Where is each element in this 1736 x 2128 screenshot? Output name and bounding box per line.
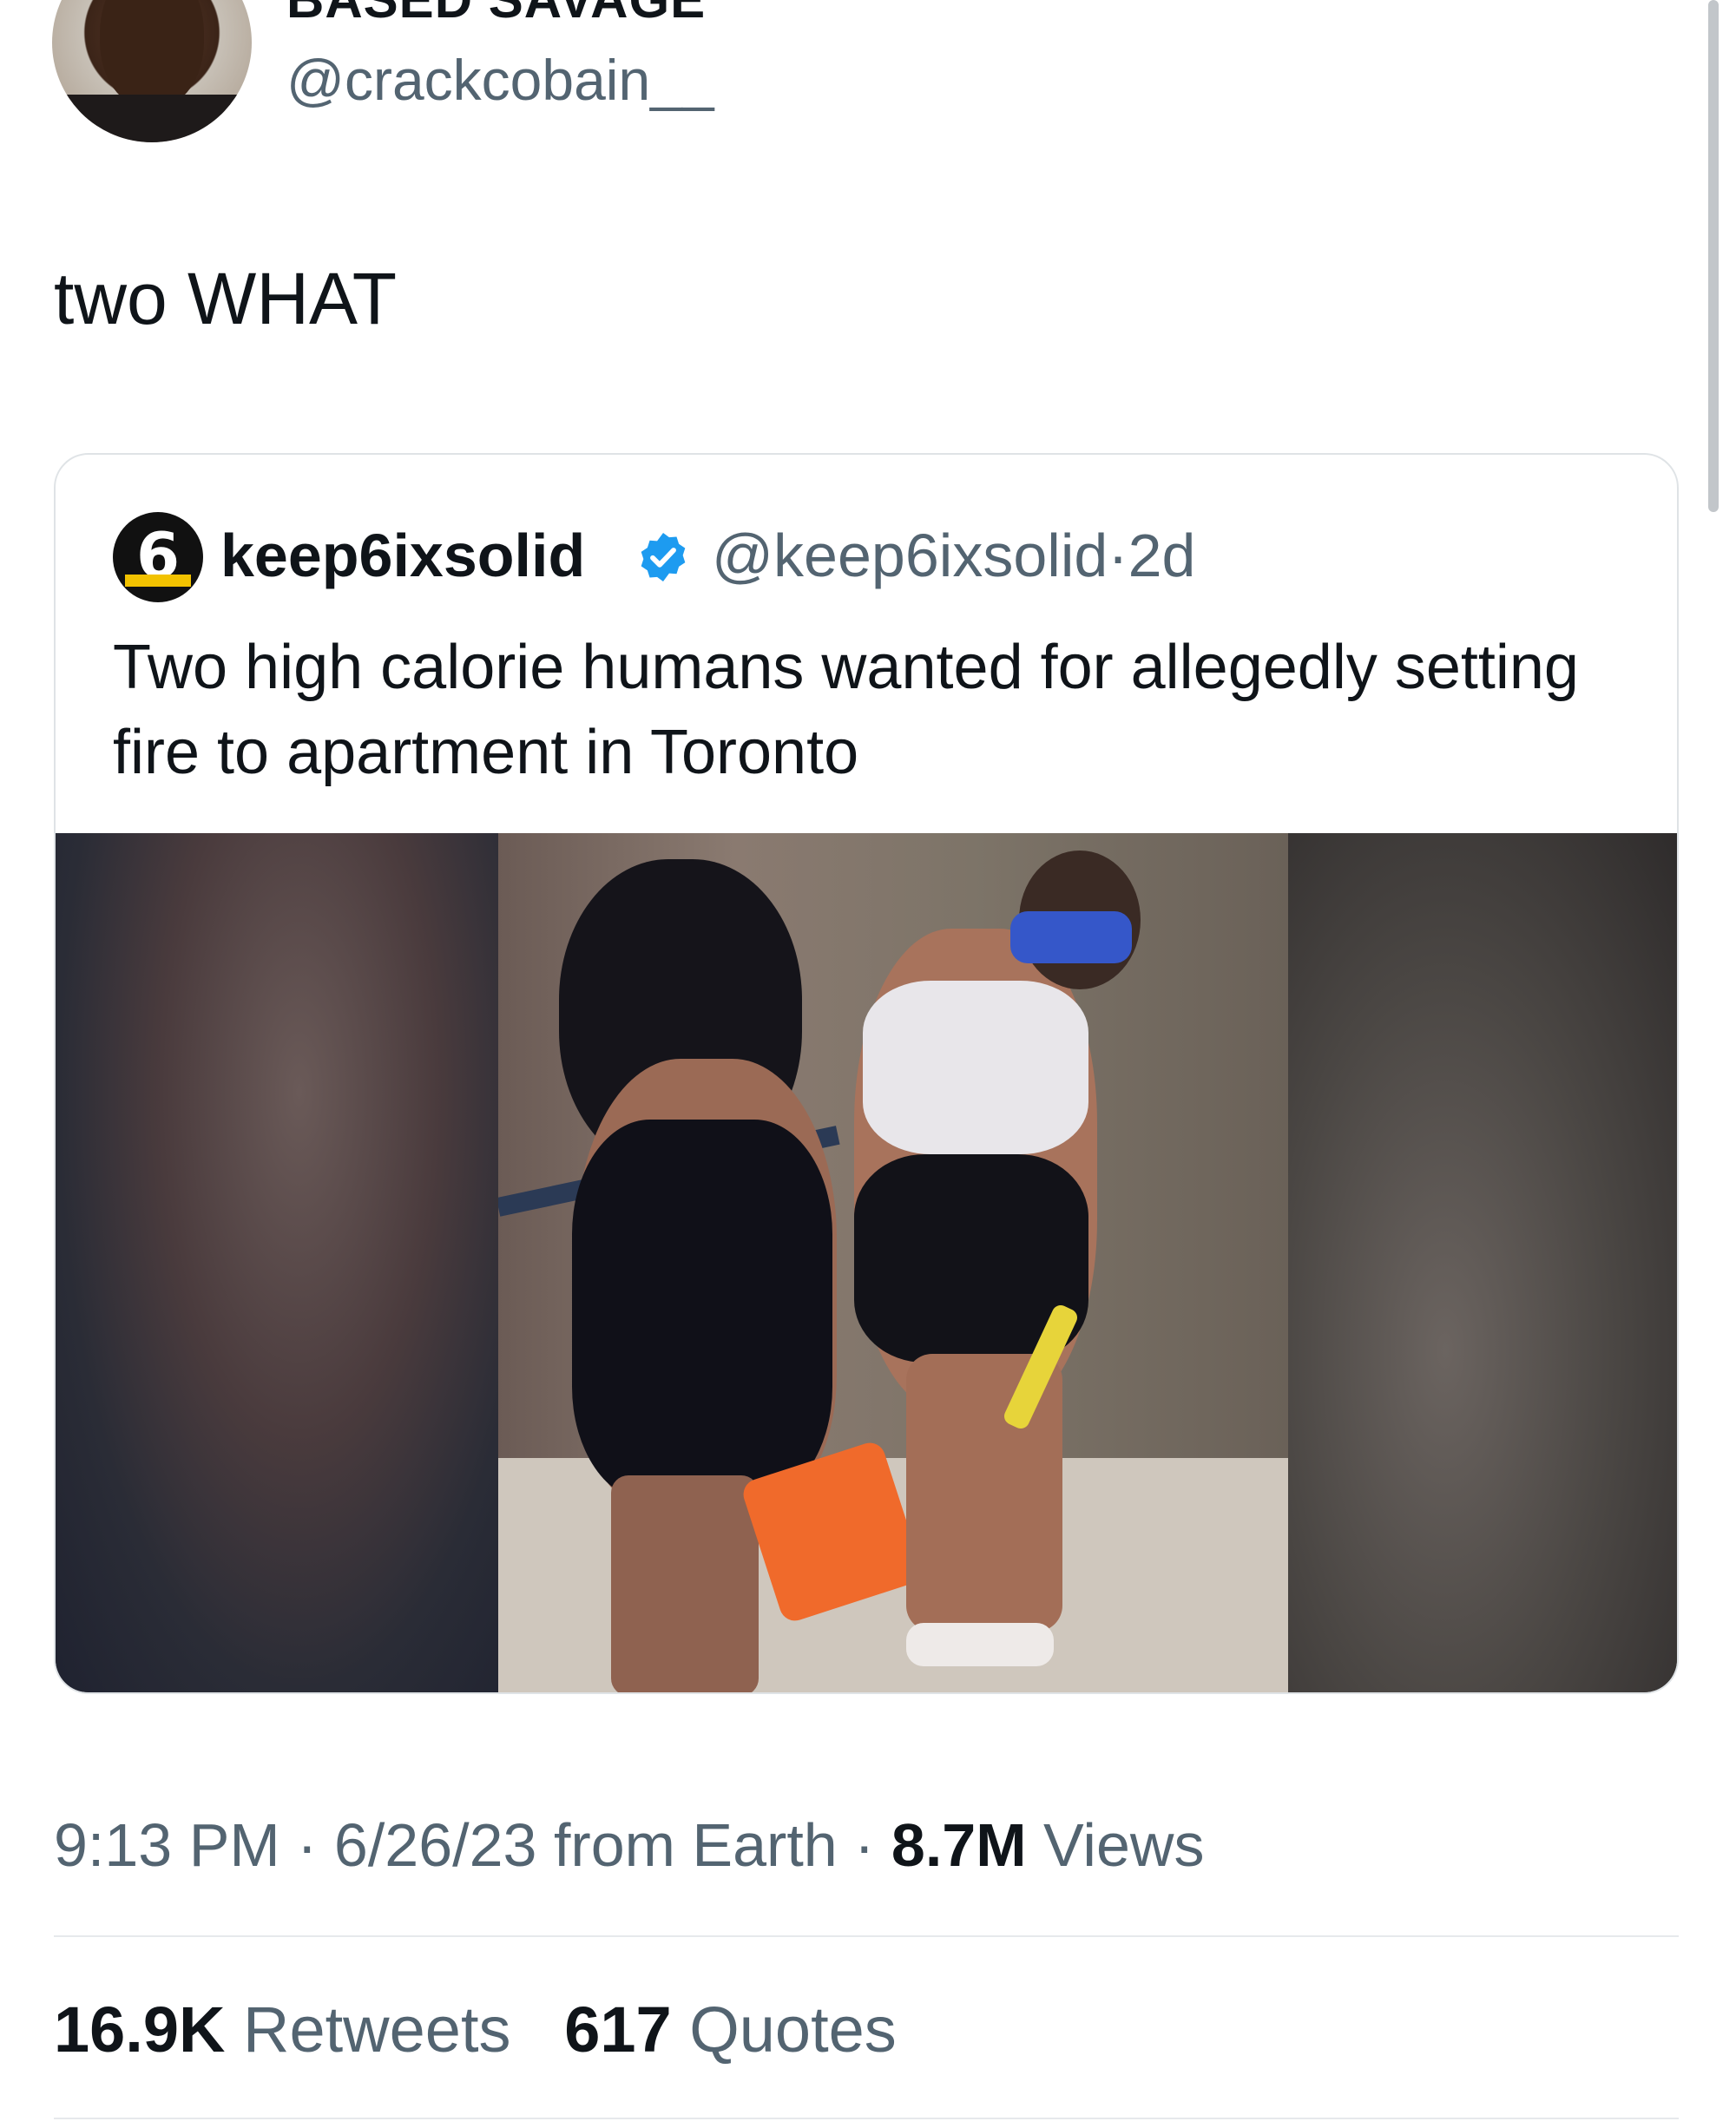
- media-blur-right: [1288, 833, 1677, 1692]
- scrollbar[interactable]: [1708, 0, 1719, 512]
- tweet-date[interactable]: 6/26/23: [334, 1811, 537, 1879]
- quoted-tweet-card[interactable]: 6 keep6ixsolid @keep6ixsolid·2d Two high…: [54, 453, 1679, 1694]
- quoted-separator: ·: [1108, 522, 1128, 589]
- quoted-handle-line: @keep6ixsolid·2d: [712, 521, 1196, 590]
- verified-badge-icon: [641, 533, 686, 581]
- quoted-author-handle[interactable]: @keep6ixsolid: [712, 522, 1108, 589]
- quoted-media-image[interactable]: [56, 833, 1677, 1692]
- cctv-photo: [498, 833, 1288, 1692]
- quotes-label: Quotes: [689, 1993, 897, 2066]
- tweet-stats: 16.9K Retweets 617 Quotes: [54, 1993, 897, 2066]
- quoted-avatar[interactable]: 6: [113, 512, 203, 602]
- quotes-link[interactable]: 617 Quotes: [564, 1993, 897, 2066]
- tweet-source: from Earth: [553, 1811, 838, 1879]
- media-blur-left: [56, 833, 498, 1692]
- tweet-meta: 9:13 PM · 6/26/23 from Earth · 8.7M View…: [54, 1811, 1205, 1879]
- retweets-link[interactable]: 16.9K Retweets: [54, 1993, 511, 2066]
- author-handle[interactable]: @crackcobain__: [286, 47, 714, 113]
- retweets-label: Retweets: [243, 1993, 511, 2066]
- avatar-shirt: [52, 95, 252, 142]
- quoted-author-name[interactable]: keep6ixsolid: [220, 521, 585, 590]
- quoted-tweet-text: Two high calorie humans wanted for alleg…: [113, 633, 1579, 787]
- avatar-face: [100, 0, 204, 108]
- tweet-time[interactable]: 9:13 PM: [54, 1811, 280, 1879]
- views-label: Views: [1043, 1811, 1205, 1879]
- author-avatar[interactable]: [52, 0, 252, 142]
- views-count: 8.7M: [891, 1811, 1027, 1879]
- quoted-avatar-strip: [125, 575, 191, 587]
- quoted-age[interactable]: 2d: [1128, 522, 1196, 589]
- tweet-text: two WHAT: [54, 258, 398, 339]
- divider: [54, 1935, 1679, 1937]
- more-options-icon[interactable]: [1608, 0, 1677, 10]
- author-display-name[interactable]: BASED SAVAGE: [286, 0, 706, 26]
- divider-bottom: [54, 2118, 1679, 2119]
- quotes-count: 617: [564, 1993, 672, 2066]
- retweets-count: 16.9K: [54, 1993, 226, 2066]
